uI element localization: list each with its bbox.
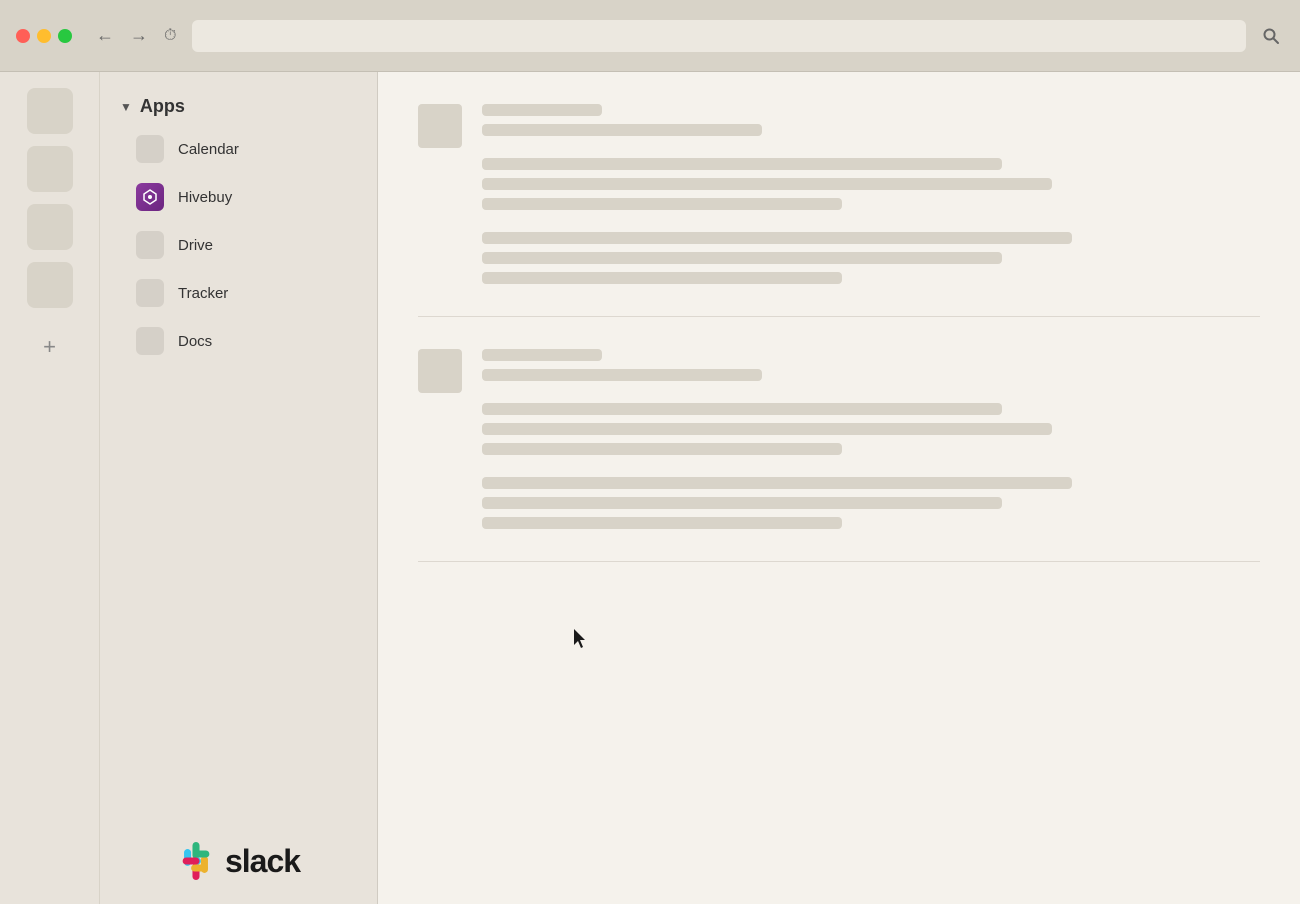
calendar-icon [136,135,164,163]
hivebuy-icon [136,183,164,211]
post-item-1 [418,104,1260,284]
post-title-2b [482,369,762,381]
cursor [574,629,588,654]
sidebar-item-calendar[interactable]: Calendar [100,125,377,173]
post-body-2c [482,443,842,455]
post-body2-1a [482,232,1072,244]
calendar-label: Calendar [178,141,239,158]
apps-label: Apps [140,96,185,117]
back-button[interactable]: ← [92,21,118,50]
sidebar-icon-3[interactable] [27,204,73,250]
minimize-button[interactable] [37,29,51,43]
slack-icon [177,842,215,880]
history-button[interactable]: ⏱ [160,21,180,50]
sidebar-item-drive[interactable]: Drive [100,221,377,269]
sidebar-icon-1[interactable] [27,88,73,134]
tracker-icon [136,279,164,307]
content-area [378,72,1300,904]
sidebar-icon-2[interactable] [27,146,73,192]
post-content-1 [482,104,1260,284]
tracker-label: Tracker [178,285,228,302]
traffic-lights [16,29,72,43]
slack-wordmark: slack [225,843,300,880]
sidebar-item-docs[interactable]: Docs [100,317,377,365]
post-title-2a [482,349,602,361]
post-body2-1b [482,252,1002,264]
browser-chrome: ← → ⏱ [0,0,1300,72]
drive-icon [136,231,164,259]
fullscreen-button[interactable] [58,29,72,43]
post-body-1b [482,178,1052,190]
slack-logo [177,842,215,880]
docs-label: Docs [178,333,212,350]
post-body-1a [482,158,1002,170]
main-layout: + ▼ Apps Calendar Hivebuy Drive [0,72,1300,904]
post-body2-2b [482,497,1002,509]
forward-button[interactable]: → [126,21,152,50]
icon-sidebar: + [0,72,100,904]
search-icon [1262,27,1280,45]
post-body2-2c [482,517,842,529]
close-button[interactable] [16,29,30,43]
post-item-2 [418,349,1260,529]
post-body-1c [482,198,842,210]
address-bar[interactable] [192,20,1246,52]
avatar-1 [418,104,462,148]
divider-1 [418,316,1260,317]
add-workspace-button[interactable]: + [27,324,73,370]
post-content-2 [482,349,1260,529]
post-body2-1c [482,272,842,284]
search-button[interactable] [1258,23,1284,49]
nav-sidebar: ▼ Apps Calendar Hivebuy Drive T [100,72,378,904]
divider-2 [418,561,1260,562]
hivebuy-label: Hivebuy [178,189,232,206]
drive-label: Drive [178,237,213,254]
nav-buttons: ← → ⏱ [92,21,180,50]
chevron-down-icon: ▼ [120,100,132,114]
slack-branding: slack [100,842,377,880]
apps-header[interactable]: ▼ Apps [100,88,377,125]
avatar-2 [418,349,462,393]
sidebar-item-hivebuy[interactable]: Hivebuy [100,173,377,221]
sidebar-item-tracker[interactable]: Tracker [100,269,377,317]
post-body-2a [482,403,1002,415]
post-title-1b [482,124,762,136]
post-body-2b [482,423,1052,435]
post-body2-2a [482,477,1072,489]
post-title-1a [482,104,602,116]
docs-icon [136,327,164,355]
sidebar-icon-4[interactable] [27,262,73,308]
